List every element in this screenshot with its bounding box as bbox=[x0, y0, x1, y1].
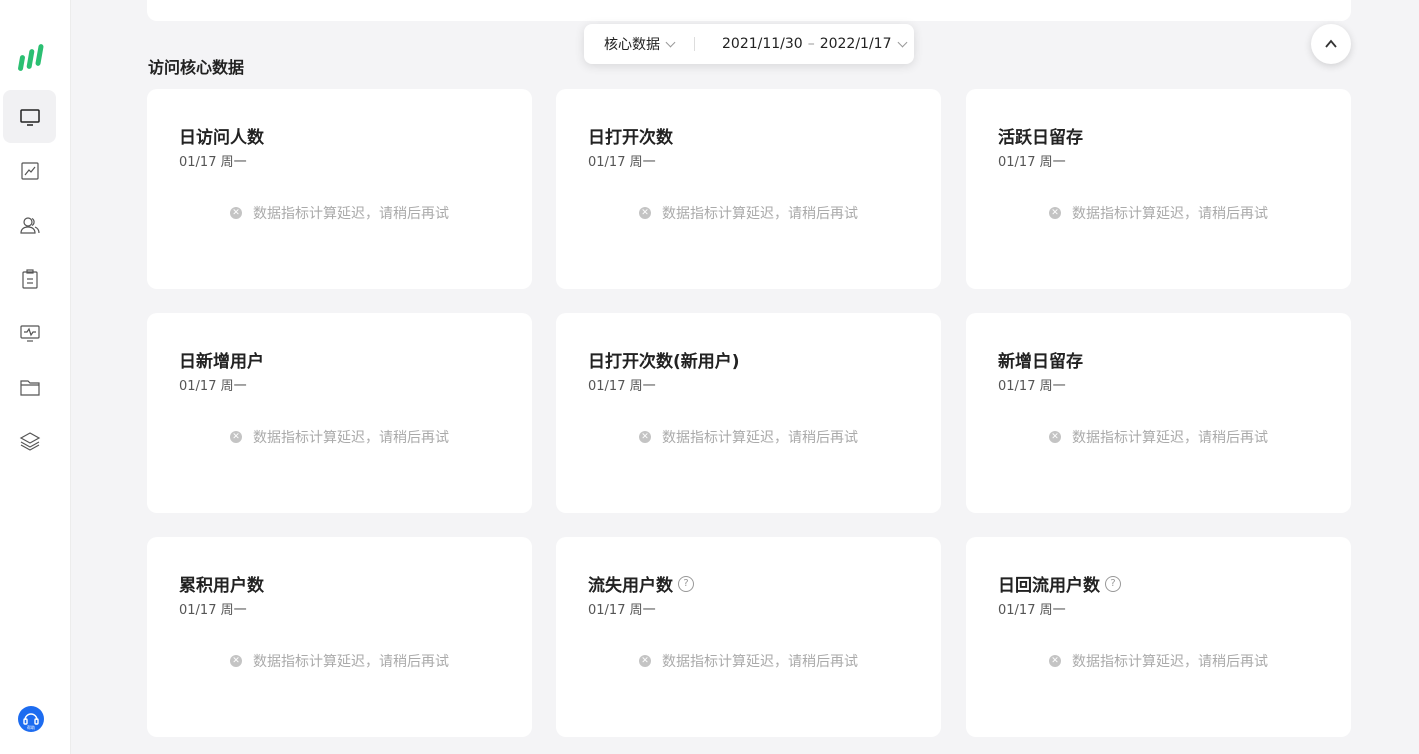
error-icon: ✕ bbox=[1049, 207, 1061, 219]
metric-card-status-text: 数据指标计算延迟，请稍后再试 bbox=[253, 206, 449, 222]
performance-monitor-icon bbox=[19, 324, 40, 342]
error-icon: ✕ bbox=[639, 207, 651, 219]
metric-card-date: 01/17 周一 bbox=[998, 379, 1066, 394]
nav-item-performance[interactable] bbox=[3, 306, 56, 359]
error-icon: ✕ bbox=[1049, 431, 1061, 443]
metric-card-status-text: 数据指标计算延迟，请稍后再试 bbox=[1072, 206, 1268, 222]
back-to-top-button[interactable] bbox=[1311, 24, 1351, 64]
filter-bar: 核心数据 2021/11/30 – 2022/1/17 bbox=[584, 24, 914, 64]
metric-card-status-text: 数据指标计算延迟，请稍后再试 bbox=[253, 654, 449, 670]
metric-card: 日新增用户 01/17 周一 ✕ 数据指标计算延迟，请稍后再试 bbox=[147, 313, 532, 513]
metric-card-status: ✕ 数据指标计算延迟，请稍后再试 bbox=[966, 203, 1351, 223]
sidebar: 帮助 bbox=[0, 0, 71, 754]
metric-card-status-text: 数据指标计算延迟，请稍后再试 bbox=[662, 206, 858, 222]
chevron-down-icon bbox=[897, 37, 907, 47]
metric-card-status-text: 数据指标计算延迟，请稍后再试 bbox=[1072, 654, 1268, 670]
nav-item-users[interactable] bbox=[3, 198, 56, 251]
metric-card-date: 01/17 周一 bbox=[179, 379, 247, 394]
metric-card-status: ✕ 数据指标计算延迟，请稍后再试 bbox=[147, 427, 532, 447]
metric-card-title: 日新增用户 bbox=[179, 347, 264, 372]
date-end: 2022/1/17 bbox=[819, 36, 892, 52]
metric-card-status: ✕ 数据指标计算延迟，请稍后再试 bbox=[556, 651, 941, 671]
metric-card-title: 日访问人数 bbox=[179, 123, 264, 148]
nav-item-files[interactable] bbox=[3, 360, 56, 413]
date-separator: – bbox=[807, 36, 815, 52]
metric-card-title: 新增日留存 bbox=[998, 347, 1083, 372]
metric-card-date: 01/17 周一 bbox=[588, 603, 656, 618]
metric-card-title: 累积用户数 bbox=[179, 571, 264, 596]
metric-card-title: 日打开次数 bbox=[588, 123, 673, 148]
metric-card-date: 01/17 周一 bbox=[998, 603, 1066, 618]
error-icon: ✕ bbox=[639, 431, 651, 443]
metric-card-date: 01/17 周一 bbox=[998, 155, 1066, 170]
nav-item-layers[interactable] bbox=[3, 414, 56, 467]
trend-chart-icon bbox=[20, 161, 39, 180]
clipboard-icon bbox=[21, 268, 38, 289]
metric-select-value: 核心数据 bbox=[604, 37, 660, 53]
metric-card-title-text: 日回流用户数 bbox=[998, 576, 1100, 596]
metric-card: 累积用户数 01/17 周一 ✕ 数据指标计算延迟，请稍后再试 bbox=[147, 537, 532, 737]
metric-card-status-text: 数据指标计算延迟，请稍后再试 bbox=[1072, 430, 1268, 446]
metric-card-title-text: 日打开次数(新用户) bbox=[588, 352, 740, 372]
metric-card: 日打开次数 01/17 周一 ✕ 数据指标计算延迟，请稍后再试 bbox=[556, 89, 941, 289]
chevron-up-icon bbox=[1325, 39, 1337, 48]
metric-card-title: 活跃日留存 bbox=[998, 123, 1083, 148]
error-icon: ✕ bbox=[1049, 655, 1061, 667]
metric-card-status: ✕ 数据指标计算延迟，请稍后再试 bbox=[966, 427, 1351, 447]
metric-card-status: ✕ 数据指标计算延迟，请稍后再试 bbox=[147, 651, 532, 671]
help-question-icon[interactable]: ? bbox=[1105, 575, 1121, 592]
metric-card: 日访问人数 01/17 周一 ✕ 数据指标计算延迟，请稍后再试 bbox=[147, 89, 532, 289]
customer-service-icon: 帮助 bbox=[23, 713, 39, 730]
app-logo[interactable] bbox=[18, 43, 44, 73]
metric-card-status: ✕ 数据指标计算延迟，请稍后再试 bbox=[556, 427, 941, 447]
metric-card-date: 01/17 周一 bbox=[179, 155, 247, 170]
nav-item-reports[interactable] bbox=[3, 252, 56, 305]
metric-card-status: ✕ 数据指标计算延迟，请稍后再试 bbox=[147, 203, 532, 223]
error-icon: ✕ bbox=[230, 431, 242, 443]
error-icon: ✕ bbox=[230, 207, 242, 219]
help-button[interactable]: 帮助 bbox=[18, 706, 44, 732]
chevron-down-icon bbox=[665, 37, 676, 47]
date-start: 2021/11/30 bbox=[722, 36, 803, 52]
divider bbox=[694, 37, 695, 51]
error-icon: ✕ bbox=[230, 655, 242, 667]
metric-card: 流失用户数 ? 01/17 周一 ✕ 数据指标计算延迟，请稍后再试 bbox=[556, 537, 941, 737]
layers-icon bbox=[19, 431, 40, 451]
metric-card-title-text: 日打开次数 bbox=[588, 128, 673, 148]
nav-item-trends[interactable] bbox=[3, 144, 56, 197]
metric-card-title: 流失用户数 ? bbox=[588, 571, 694, 596]
metric-card-title-text: 新增日留存 bbox=[998, 352, 1083, 372]
metric-card-title: 日回流用户数 ? bbox=[998, 571, 1121, 596]
metric-select[interactable]: 核心数据 bbox=[604, 34, 676, 54]
metric-card-date: 01/17 周一 bbox=[179, 603, 247, 618]
monitor-icon bbox=[19, 108, 40, 126]
svg-text:帮助: 帮助 bbox=[27, 724, 35, 730]
folder-icon bbox=[19, 379, 40, 396]
error-icon: ✕ bbox=[639, 655, 651, 667]
metric-card-date: 01/17 周一 bbox=[588, 379, 656, 394]
metric-card-status: ✕ 数据指标计算延迟，请稍后再试 bbox=[556, 203, 941, 223]
metric-card-status-text: 数据指标计算延迟，请稍后再试 bbox=[253, 430, 449, 446]
metric-card-title-text: 流失用户数 bbox=[588, 576, 673, 596]
metric-card: 新增日留存 01/17 周一 ✕ 数据指标计算延迟，请稍后再试 bbox=[966, 313, 1351, 513]
nav-item-overview[interactable] bbox=[3, 90, 56, 143]
metric-card-title: 日打开次数(新用户) bbox=[588, 347, 740, 372]
metric-card-title-text: 累积用户数 bbox=[179, 576, 264, 596]
metric-card: 活跃日留存 01/17 周一 ✕ 数据指标计算延迟，请稍后再试 bbox=[966, 89, 1351, 289]
date-range-picker[interactable]: 2021/11/30 – 2022/1/17 bbox=[722, 36, 907, 52]
metric-card-title-text: 日新增用户 bbox=[179, 352, 264, 372]
previous-section-card bbox=[147, 0, 1351, 21]
metric-card-title-text: 日访问人数 bbox=[179, 128, 264, 148]
metric-card-date: 01/17 周一 bbox=[588, 155, 656, 170]
metric-card-status-text: 数据指标计算延迟，请稍后再试 bbox=[662, 430, 858, 446]
metric-card-status: ✕ 数据指标计算延迟，请稍后再试 bbox=[966, 651, 1351, 671]
users-icon bbox=[19, 216, 40, 234]
metric-card: 日回流用户数 ? 01/17 周一 ✕ 数据指标计算延迟，请稍后再试 bbox=[966, 537, 1351, 737]
metric-card: 日打开次数(新用户) 01/17 周一 ✕ 数据指标计算延迟，请稍后再试 bbox=[556, 313, 941, 513]
section-title: 访问核心数据 bbox=[148, 58, 245, 77]
metric-card-status-text: 数据指标计算延迟，请稍后再试 bbox=[662, 654, 858, 670]
metric-card-title-text: 活跃日留存 bbox=[998, 128, 1083, 148]
help-question-icon[interactable]: ? bbox=[678, 575, 694, 592]
